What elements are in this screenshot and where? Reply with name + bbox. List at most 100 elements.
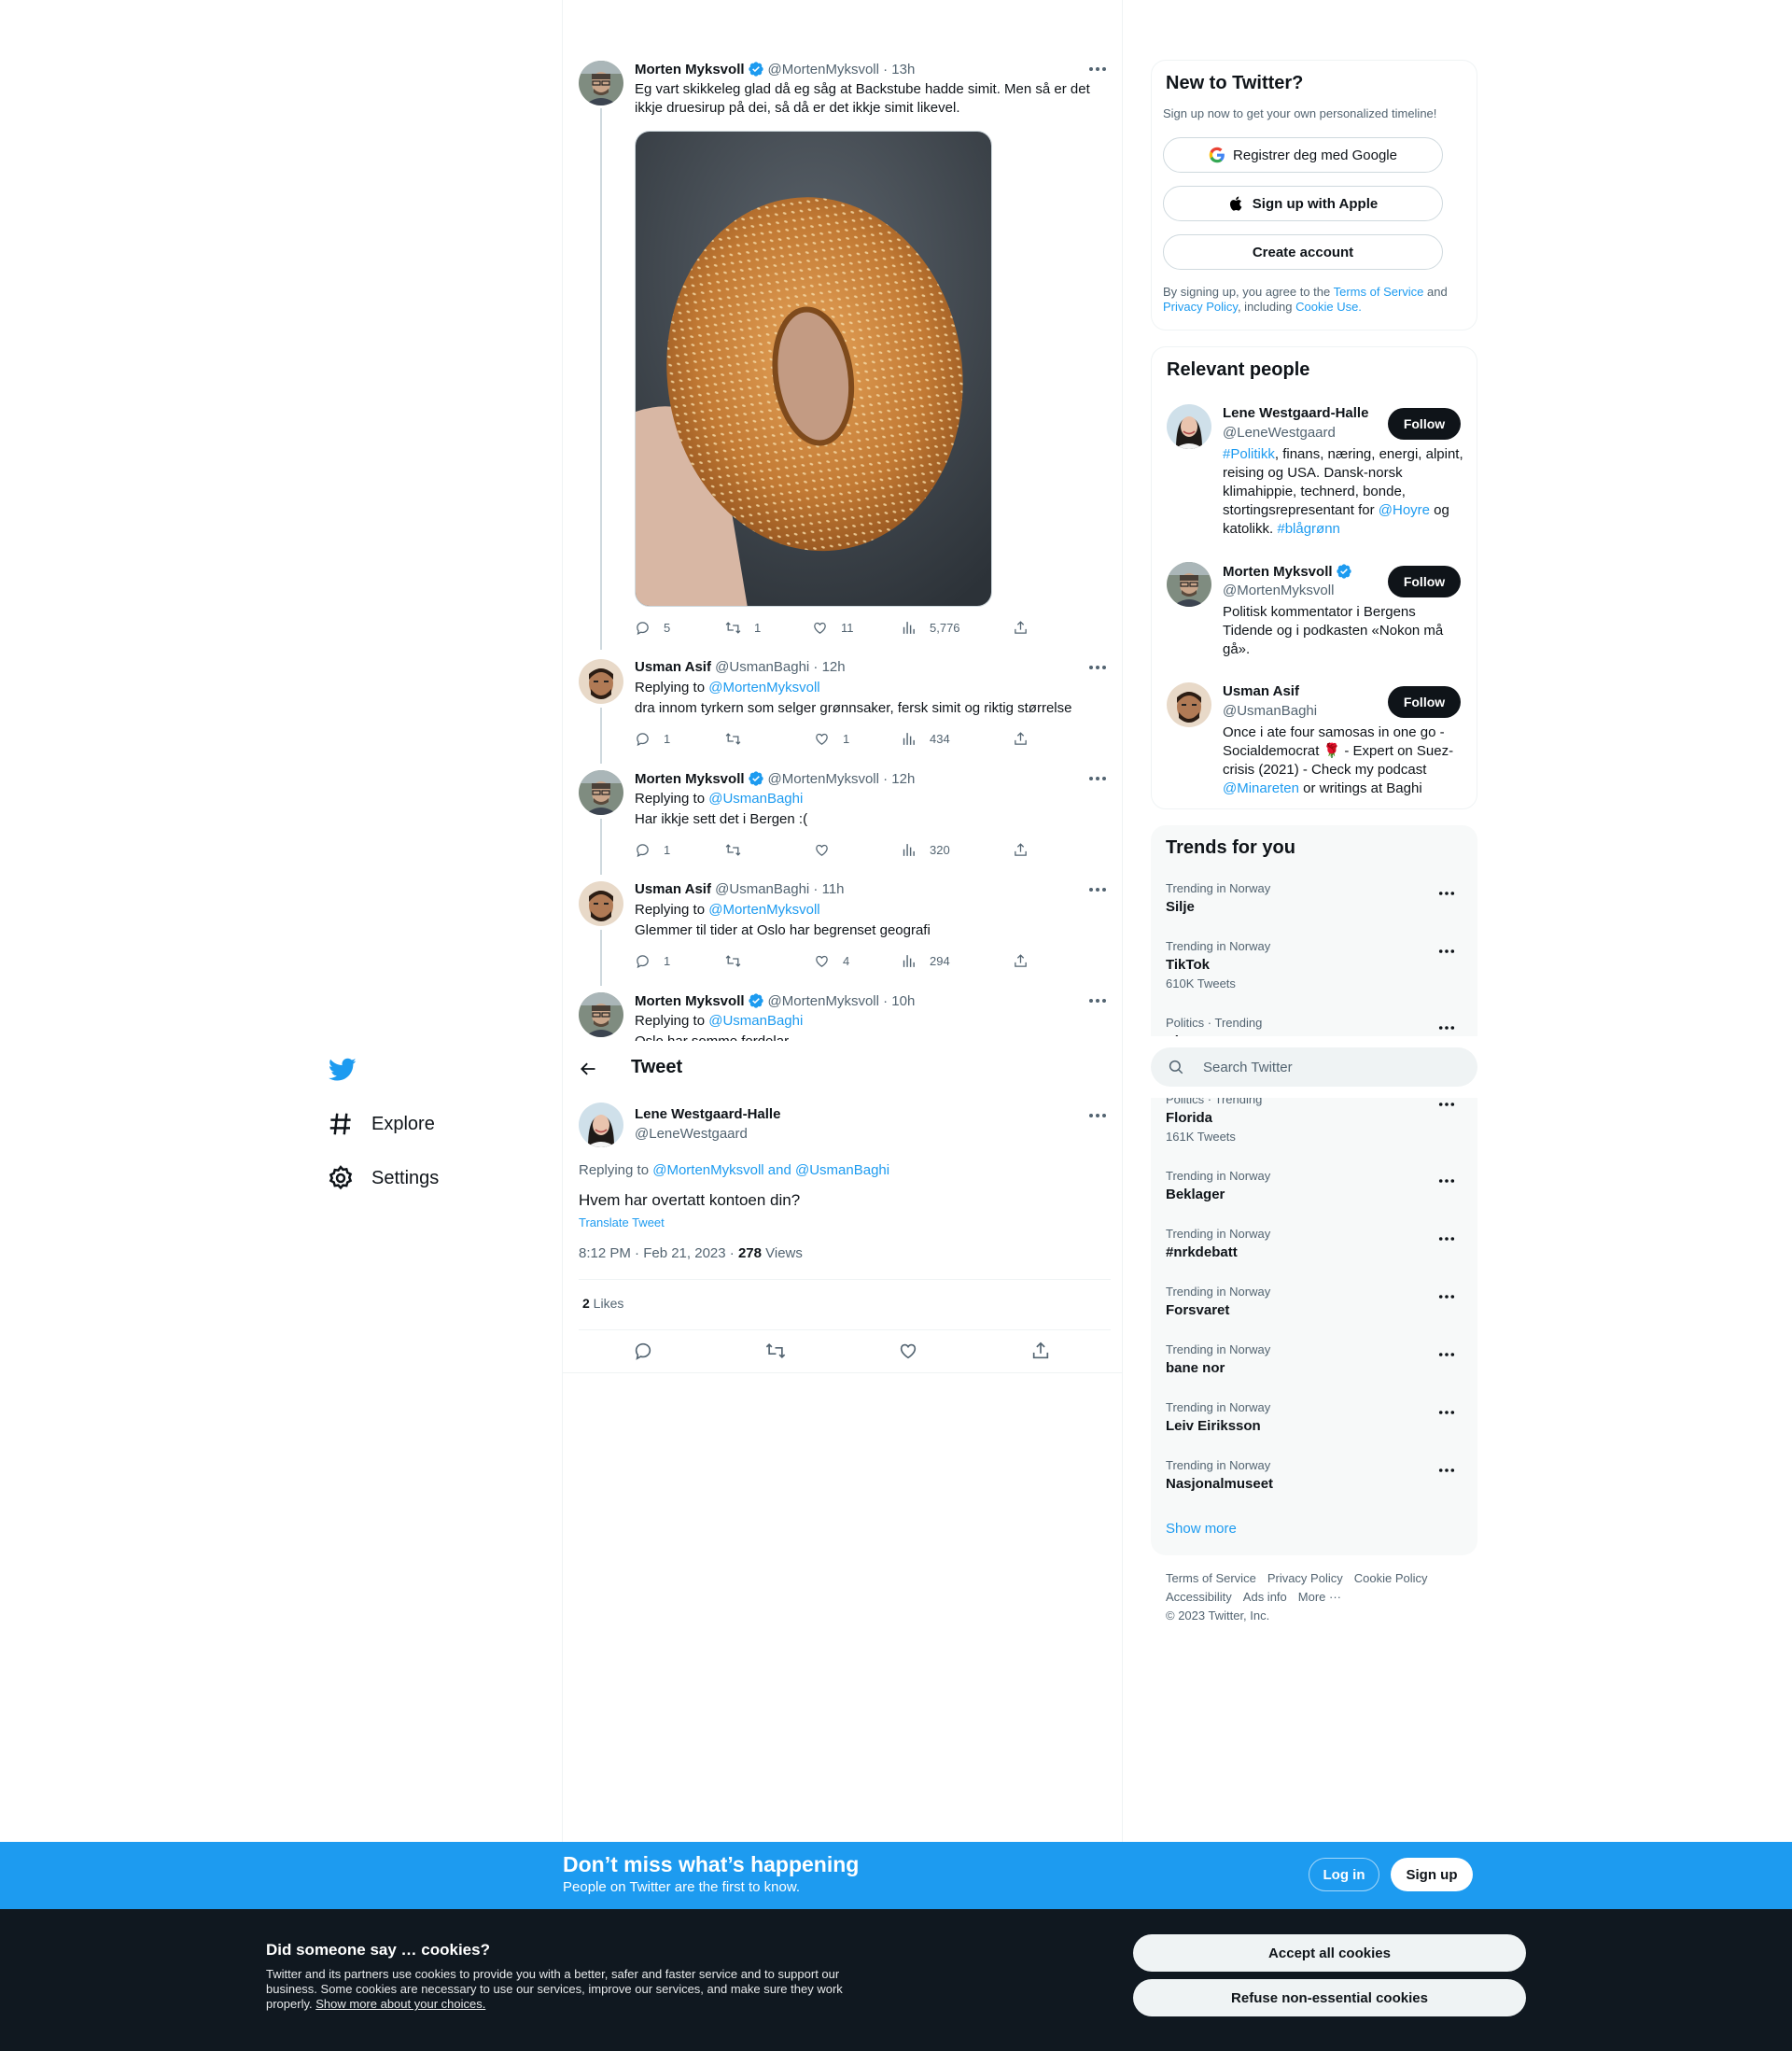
author-handle[interactable]: @UsmanBaghi [715,659,809,675]
author-handle[interactable]: @MortenMyksvoll [768,993,879,1009]
refuse-cookies-button[interactable]: Refuse non-essential cookies [1133,1979,1526,2016]
footer-privacy-link[interactable]: Privacy Policy [1267,1571,1343,1585]
person-name[interactable]: Lene Westgaard-Halle [1223,405,1368,421]
hashtag-link[interactable]: #blågrønn [1277,521,1340,537]
follow-button[interactable]: Follow [1388,566,1461,597]
author-handle[interactable]: @LeneWestgaard [635,1126,748,1142]
retweet-button[interactable] [725,842,754,858]
reply-button[interactable]: 5 [635,620,670,636]
avatar[interactable] [579,881,623,926]
avatar[interactable] [579,1103,623,1147]
more-icon[interactable] [1088,998,1107,1004]
footer-ads-link[interactable]: Ads info [1243,1590,1287,1604]
create-account-button[interactable]: Create account [1163,234,1443,270]
tweet-time[interactable]: · 13h [883,62,915,77]
views-button[interactable]: 434 [901,731,950,747]
signup-button[interactable]: Sign up [1391,1858,1473,1891]
search-bar[interactable]: Search Twitter [1151,1047,1477,1087]
retweet-button[interactable] [725,953,754,969]
mention-link[interactable]: @Hoyre [1379,502,1430,518]
more-icon[interactable] [1438,1352,1455,1357]
more-icon[interactable] [1438,1294,1455,1299]
trend-item[interactable]: Politics · Trending Florida 161K Tweets [1166,1092,1463,1145]
trend-item[interactable]: Trending in Norway Silje [1166,881,1463,917]
trend-item[interactable]: Trending in Norway Forsvaret [1166,1285,1463,1320]
cookie-use-link[interactable]: Cookie Use. [1295,300,1362,314]
cookie-more-link[interactable]: Show more about your choices. [315,1997,485,2011]
more-icon[interactable] [1088,1113,1107,1118]
tweet-time[interactable]: · 12h [813,659,845,675]
author-name[interactable]: Morten Myksvoll [635,771,745,787]
nav-explore[interactable]: Explore [327,1110,435,1138]
more-icon[interactable] [1438,948,1455,954]
tweet-time[interactable]: · 11h [813,881,844,897]
author-handle[interactable]: @MortenMyksvoll [768,771,879,787]
views-button[interactable]: 294 [901,953,950,969]
avatar[interactable] [579,659,623,704]
like-button[interactable]: 11 [812,620,854,636]
accept-cookies-button[interactable]: Accept all cookies [1133,1934,1526,1972]
author-name[interactable]: Usman Asif [635,881,711,897]
terms-link[interactable]: Terms of Service [1334,285,1424,299]
retweet-button[interactable]: 1 [725,620,761,636]
trend-item[interactable]: Trending in Norway TikTok 610K Tweets [1166,939,1463,991]
replying-to-link[interactable]: @MortenMyksvoll [708,680,819,695]
apple-signup-button[interactable]: Sign up with Apple [1163,186,1443,221]
avatar[interactable] [1167,562,1211,607]
trend-item[interactable]: Trending in Norway Beklager [1166,1169,1463,1204]
share-icon[interactable] [1030,1341,1051,1361]
person-handle[interactable]: @MortenMyksvoll [1223,583,1334,598]
tweet-time[interactable]: · 10h [883,993,915,1009]
replying-to-link[interactable]: @MortenMyksvoll [708,902,819,918]
more-icon[interactable] [1438,1178,1455,1184]
like-button[interactable] [814,842,843,858]
more-icon[interactable] [1438,1236,1455,1242]
trend-item[interactable]: Trending in Norway bane nor [1166,1342,1463,1378]
reply-button[interactable]: 1 [635,953,670,969]
more-icon[interactable] [1438,1410,1455,1415]
replying-to-links[interactable]: @MortenMyksvoll and @UsmanBaghi [652,1162,889,1178]
author-handle[interactable]: @MortenMyksvoll [768,62,879,77]
more-icon[interactable] [1088,887,1107,892]
retweet-icon[interactable] [765,1341,786,1361]
trend-item[interactable]: Trending in Norway Leiv Eiriksson [1166,1400,1463,1436]
more-icon[interactable] [1438,891,1455,896]
tweet-photo-simit[interactable] [635,131,992,607]
more-icon[interactable] [1088,665,1107,670]
share-button[interactable] [1013,731,1042,747]
show-more-link[interactable]: Show more [1166,1521,1237,1537]
search-input[interactable]: Search Twitter [1203,1060,1293,1075]
follow-button[interactable]: Follow [1388,408,1461,440]
reply-icon[interactable] [633,1341,653,1361]
like-button[interactable]: 1 [814,731,849,747]
mention-link[interactable]: @Minareten [1223,780,1299,796]
hashtag-link[interactable]: #Politikk [1223,446,1275,462]
views-button[interactable]: 320 [901,842,950,858]
replying-to-link[interactable]: @UsmanBaghi [708,791,803,807]
back-arrow-icon[interactable] [579,1060,597,1078]
trend-item[interactable]: Trending in Norway Nasjonalmuseet [1166,1458,1463,1494]
footer-more-link[interactable]: More ··· [1298,1590,1341,1604]
share-button[interactable] [1013,953,1042,969]
nav-settings[interactable]: Settings [327,1164,439,1192]
more-icon[interactable] [1088,66,1107,72]
reply-button[interactable]: 1 [635,842,670,858]
google-signup-button[interactable]: Registrer deg med Google [1163,137,1443,173]
avatar[interactable] [579,770,623,815]
twitter-logo-icon[interactable] [327,1055,358,1083]
more-icon[interactable] [1438,1025,1455,1031]
person-handle[interactable]: @LeneWestgaard [1223,425,1336,441]
avatar[interactable] [1167,682,1211,727]
footer-accessibility-link[interactable]: Accessibility [1166,1590,1232,1604]
avatar[interactable] [579,61,623,105]
author-name[interactable]: Morten Myksvoll [635,62,745,77]
more-icon[interactable] [1438,1102,1455,1107]
author-handle[interactable]: @UsmanBaghi [715,881,809,897]
follow-button[interactable]: Follow [1388,686,1461,718]
trend-item[interactable]: Trending in Norway #nrkdebatt [1166,1227,1463,1262]
share-button[interactable] [1013,842,1042,858]
author-name[interactable]: Morten Myksvoll [635,993,745,1009]
person-name[interactable]: Morten Myksvoll [1223,564,1333,580]
more-icon[interactable] [1438,1468,1455,1473]
retweet-button[interactable] [725,731,754,747]
